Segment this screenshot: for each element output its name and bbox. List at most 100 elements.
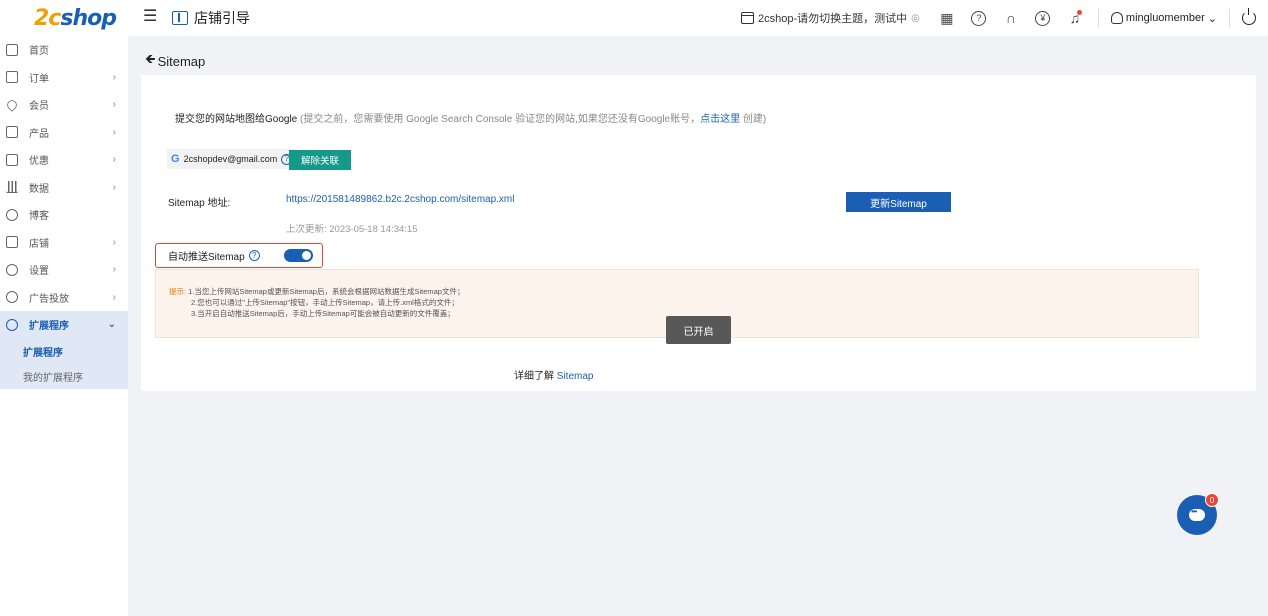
store-icon: [6, 236, 18, 249]
divider: [1097, 9, 1099, 27]
auto-push-toggle[interactable]: [284, 249, 313, 262]
last-update-text: 上次更新: 2023-05-18 14:34:15: [286, 224, 418, 235]
tip-line: 提示: 1.当您上传网站Sitemap或更新Sitemap后，系统会根据网站数据…: [169, 286, 1198, 297]
help-icon[interactable]: ?: [970, 9, 988, 27]
qr-code-icon[interactable]: ▦: [938, 9, 956, 27]
google-icon: G: [171, 153, 180, 165]
blog-icon: [6, 208, 18, 221]
store-guide-label: 店铺引导: [194, 10, 250, 26]
chevron-right-icon: ›: [112, 291, 116, 303]
chat-button[interactable]: 0: [1177, 493, 1219, 535]
account-email: 2cshopdev@gmail.com: [183, 154, 278, 164]
sidebar-item-label: 产品: [29, 128, 49, 140]
chevron-right-icon: ›: [112, 71, 116, 83]
settings-icon: [6, 263, 18, 276]
sitemap-help-link[interactable]: Sitemap: [557, 371, 594, 382]
sidebar-item-blog[interactable]: 博客: [0, 201, 128, 229]
power-icon[interactable]: [1242, 8, 1256, 25]
sitemap-url-link[interactable]: https://201581489862.b2c.2cshop.com/site…: [286, 194, 514, 205]
sidebar-item-settings[interactable]: 设置 ›: [0, 256, 128, 284]
product-icon: [6, 126, 18, 139]
sidebar-item-label: 广告投放: [29, 293, 69, 305]
username: mingluomember: [1125, 12, 1205, 24]
sidebar-subitem-extensions[interactable]: 扩展程序: [0, 338, 128, 364]
back-link[interactable]: 🡸 Sitemap: [145, 50, 205, 72]
chevron-right-icon: ›: [112, 154, 116, 165]
google-intro-lead: 提交您的网站地图给Google: [175, 114, 298, 125]
sidebar-item-label: 会员: [29, 101, 49, 113]
sidebar-item-label: 扩展程序: [29, 321, 69, 333]
chevron-right-icon: ›: [112, 236, 116, 248]
chevron-right-icon: ›: [112, 99, 116, 110]
sidebar-item-label: 数据: [29, 183, 49, 195]
toggle-knob: [302, 251, 311, 260]
headset-icon[interactable]: ∩: [1002, 9, 1020, 27]
click-here-link[interactable]: 点击这里: [700, 114, 740, 125]
user-menu[interactable]: mingluomember ⌄: [1110, 12, 1217, 25]
auto-push-label: 自动推送Sitemap: [168, 252, 245, 263]
sidebar-item-home[interactable]: 首页: [0, 36, 128, 64]
sitemap-address-label: Sitemap 地址:: [168, 198, 231, 209]
page-title: Sitemap: [157, 53, 206, 69]
sidebar-subitem-my-extensions[interactable]: 我的扩展程序: [0, 363, 128, 389]
data-icon: [6, 181, 18, 194]
sidebar-item-extensions[interactable]: 扩展程序 ⌄: [0, 311, 128, 339]
chevron-right-icon: ›: [112, 264, 116, 275]
unlink-button[interactable]: 解除关联: [289, 150, 351, 170]
logo[interactable]: 2c shop: [34, 3, 117, 33]
eye-icon: ◎: [911, 12, 920, 24]
sidebar-item-label: 博客: [29, 211, 49, 223]
learn-more-text: 详细了解: [514, 371, 557, 382]
google-intro-tail: 创建): [740, 114, 767, 125]
chevron-right-icon: ›: [112, 126, 116, 138]
sidebar-item-label: 订单: [29, 73, 49, 85]
sidebar-item-products[interactable]: 产品 ›: [0, 119, 128, 147]
order-icon: [6, 71, 18, 84]
book-icon: [172, 11, 188, 25]
extensions-icon: [6, 318, 18, 331]
member-icon: [5, 97, 19, 112]
tip-line: 2.您也可以通过"上传Sitemap"按钮，手动上传Sitemap，请上传.xm…: [191, 298, 459, 307]
tip-label: 提示:: [169, 287, 187, 296]
back-arrow-icon: 🡸: [145, 51, 156, 66]
update-sitemap-button[interactable]: 更新Sitemap: [846, 192, 951, 212]
sidebar-item-orders[interactable]: 订单 ›: [0, 64, 128, 92]
bell-icon[interactable]: ♫: [1066, 9, 1084, 27]
toast-message: 已开启: [666, 316, 731, 344]
menu-toggle-icon[interactable]: ☰: [143, 9, 157, 25]
chat-icon: [1189, 507, 1205, 521]
logo-mark: 2c: [34, 5, 61, 31]
chevron-down-icon: ⌄: [107, 319, 116, 330]
sidebar-item-data[interactable]: 数据 ›: [0, 174, 128, 202]
google-intro: 提交您的网站地图给Google (提交之前，您需要使用 Google Searc…: [175, 110, 766, 125]
ads-icon: [6, 291, 18, 304]
sidebar-item-members[interactable]: 会员 ›: [0, 91, 128, 119]
logo-text: shop: [60, 5, 117, 31]
sidebar-item-label: 首页: [29, 46, 49, 58]
google-intro-note: (提交之前，您需要使用 Google Search Console 验证您的网站…: [297, 114, 701, 125]
sitemap-card: 提交您的网站地图给Google (提交之前，您需要使用 Google Searc…: [141, 75, 1256, 391]
sidebar: 首页 订单 › 会员 › 产品 › 优惠 › 数据 › 博客 店铺 › 设置 ›: [0, 36, 128, 616]
divider: [1229, 9, 1230, 27]
store-switch-label: 2cshop-请勿切换主题，测试中: [758, 13, 908, 25]
chevron-down-icon: ⌄: [1207, 12, 1217, 25]
learn-more: 详细了解 Sitemap: [514, 367, 593, 382]
chat-badge: 0: [1205, 493, 1219, 507]
sidebar-item-store[interactable]: 店铺 ›: [0, 229, 128, 257]
sidebar-item-discounts[interactable]: 优惠 ›: [0, 146, 128, 174]
auto-push-row: 自动推送Sitemap ?: [155, 243, 323, 268]
tip-text: 1.当您上传网站Sitemap或更新Sitemap后，系统会根据网站数据生成Si…: [186, 287, 465, 296]
store-icon: [741, 12, 755, 24]
store-switcher[interactable]: 2cshop-请勿切换主题，测试中 ◎: [741, 10, 920, 26]
help-icon[interactable]: ?: [248, 250, 260, 261]
currency-icon[interactable]: ¥: [1034, 9, 1052, 27]
sidebar-item-ads[interactable]: 广告投放 ›: [0, 284, 128, 312]
sidebar-item-label: 店铺: [29, 238, 49, 250]
sidebar-item-label: 优惠: [29, 156, 49, 168]
top-bar: 2c shop ☰ 店铺引导 2cshop-请勿切换主题，测试中 ◎ ▦ ? ∩…: [0, 0, 1268, 36]
google-account-chip: G 2cshopdev@gmail.com ?: [167, 149, 297, 169]
store-guide-link[interactable]: 店铺引导: [172, 8, 250, 28]
chevron-right-icon: ›: [112, 181, 116, 193]
discount-icon: [6, 153, 18, 166]
home-icon: [6, 43, 18, 56]
